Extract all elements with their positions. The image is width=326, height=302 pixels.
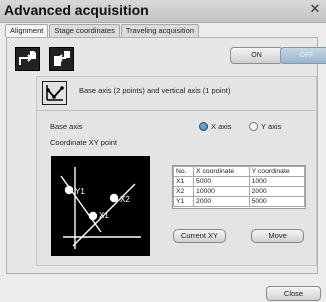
table-header: Y coordinate <box>248 166 306 177</box>
off-button[interactable]: OFF <box>280 47 326 64</box>
table-header-row: No. X coordinate Y coordinate <box>172 166 306 177</box>
window-title: Advanced acquisition <box>4 2 149 18</box>
table-cell: 1000 <box>248 176 306 187</box>
coordinate-diagram-graphic: Y1 X2 X1 <box>60 167 141 249</box>
tab-traveling-acquisition[interactable]: Traveling acquisition <box>120 24 199 37</box>
load-import-icon[interactable] <box>49 47 74 71</box>
table-header: No. <box>172 166 195 177</box>
coordinate-grid: No. X coordinate Y coordinate X1 5000 10… <box>172 166 306 207</box>
table-row[interactable]: X2 10000 2000 <box>172 186 306 197</box>
on-button[interactable]: ON <box>230 47 283 64</box>
mode-description: Base axis (2 points) and vertical axis (… <box>79 86 231 95</box>
y1-label: Y1 <box>75 187 85 196</box>
table-cell: 10000 <box>193 186 250 197</box>
table-header: X coordinate <box>193 166 250 177</box>
x-axis-option[interactable]: X axis <box>199 122 231 131</box>
close-button[interactable]: Close <box>266 286 321 301</box>
table-cell: 5000 <box>193 176 250 187</box>
tab-alignment[interactable]: Alignment <box>5 24 49 37</box>
y-axis-radio[interactable] <box>249 122 258 131</box>
coordinate-table: No. X coordinate Y coordinate X1 5000 10… <box>172 165 306 209</box>
save-export-icon[interactable] <box>15 47 40 71</box>
move-button[interactable]: Move <box>251 229 304 243</box>
axis-diagram-graphic <box>46 85 64 101</box>
table-cell: Y1 <box>172 196 195 207</box>
table-cell: 2000 <box>193 196 250 207</box>
title-bar: Advanced acquisition ✕ <box>0 0 326 23</box>
current-xy-button[interactable]: Current XY <box>173 229 226 243</box>
x2-label: X2 <box>120 195 130 204</box>
table-row[interactable]: Y1 2000 5000 <box>172 196 306 207</box>
table-row[interactable]: X1 5000 1000 <box>172 176 306 187</box>
x1-label: X1 <box>99 211 109 220</box>
x-axis-label: X axis <box>211 122 232 131</box>
tab-stage-coordinates[interactable]: Stage coordinates <box>49 24 120 37</box>
coordinate-section-title: Coordinate XY point <box>50 138 117 147</box>
load-import-icon-graphic <box>54 51 70 66</box>
table-cell: X1 <box>172 176 195 187</box>
close-icon[interactable]: ✕ <box>307 1 323 17</box>
divider <box>36 110 315 111</box>
coordinate-diagram: Y1 X2 X1 <box>51 156 150 256</box>
save-export-icon-graphic <box>19 51 36 65</box>
table-cell: 2000 <box>248 186 306 197</box>
axis-diagram-icon[interactable] <box>42 81 67 105</box>
x-axis-radio[interactable] <box>199 122 208 131</box>
y-axis-label: Y axis <box>261 122 282 131</box>
base-axis-label: Base axis <box>50 122 83 131</box>
table-cell: 5000 <box>248 196 306 207</box>
y-axis-option[interactable]: Y axis <box>249 122 281 131</box>
tab-strip: Alignment Stage coordinates Traveling ac… <box>5 24 200 37</box>
table-cell: X2 <box>172 186 195 197</box>
